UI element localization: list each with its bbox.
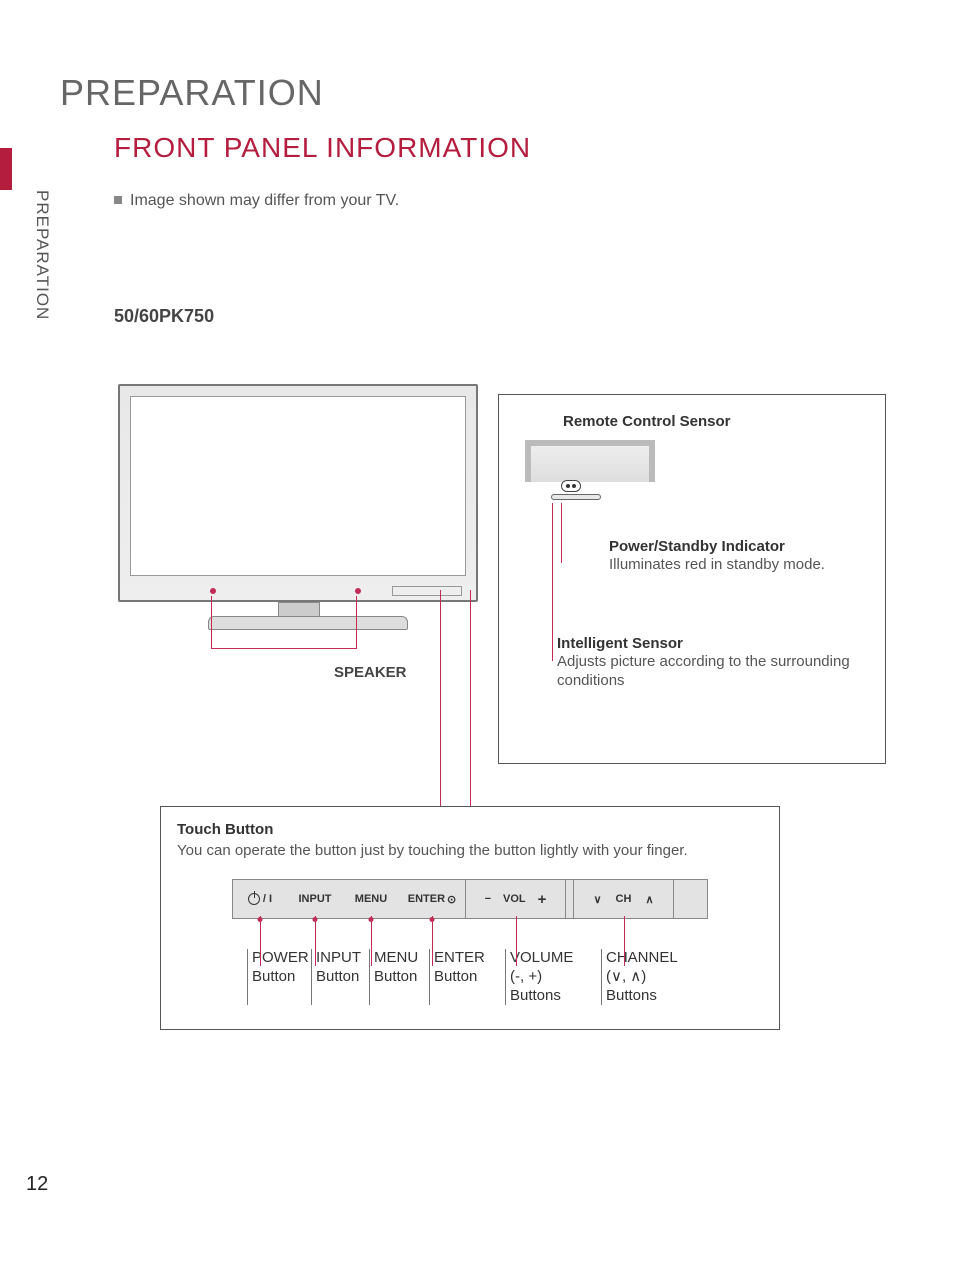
power-icon [248, 893, 260, 905]
callout-line [440, 590, 441, 806]
enter-button-face: ENTER⊙ [399, 880, 465, 918]
power-button-icon: / I [233, 880, 287, 918]
touch-button-box: Touch Button You can operate the button … [160, 806, 780, 1030]
side-tab [0, 148, 12, 190]
intelligent-sensor-desc: Adjusts picture according to the surroun… [557, 652, 869, 691]
sensor-info-box: Remote Control Sensor Power/Standby Indi… [498, 394, 886, 764]
menu-button-face: MENU [343, 880, 399, 918]
page-title: PREPARATION [60, 72, 324, 114]
menu-button-label: MENUButton [369, 949, 429, 1005]
front-panel-strip: / I INPUT MENU ENTER⊙ − VOL + [232, 879, 708, 919]
channel-buttons-label: CHANNEL(∨, ∧)Buttons [601, 949, 701, 1005]
callout-line [470, 590, 471, 806]
channel-buttons-face: ∨ CH ∧ [573, 880, 673, 918]
volume-buttons-label: VOLUME(-, +)Buttons [505, 949, 601, 1005]
volume-buttons-face: − VOL + [465, 880, 565, 918]
sensor-closeup-illustration [525, 440, 655, 482]
page-number: 12 [26, 1173, 48, 1196]
section-title: FRONT PANEL INFORMATION [114, 132, 531, 164]
model-number: 50/60PK750 [114, 306, 214, 327]
input-button-label: INPUTButton [311, 949, 369, 1005]
speaker-label: SPEAKER [334, 664, 407, 681]
note-text: Image shown may differ from your TV. [114, 192, 399, 210]
remote-sensor-label: Remote Control Sensor [563, 413, 869, 430]
touch-button-desc: You can operate the button just by touch… [177, 842, 763, 859]
power-indicator-desc: Illuminates red in standby mode. [609, 555, 869, 575]
power-indicator-label: Power/Standby Indicator [609, 538, 869, 555]
intelligent-sensor-label: Intelligent Sensor [557, 635, 869, 652]
enter-button-label: ENTERButton [429, 949, 505, 1005]
input-button-face: INPUT [287, 880, 343, 918]
power-suffix: / I [263, 893, 272, 905]
touch-button-title: Touch Button [177, 821, 763, 838]
power-button-label: POWERButton [247, 949, 311, 1005]
tv-illustration: SPEAKER [118, 384, 488, 644]
side-section-label: PREPARATION [32, 190, 52, 320]
